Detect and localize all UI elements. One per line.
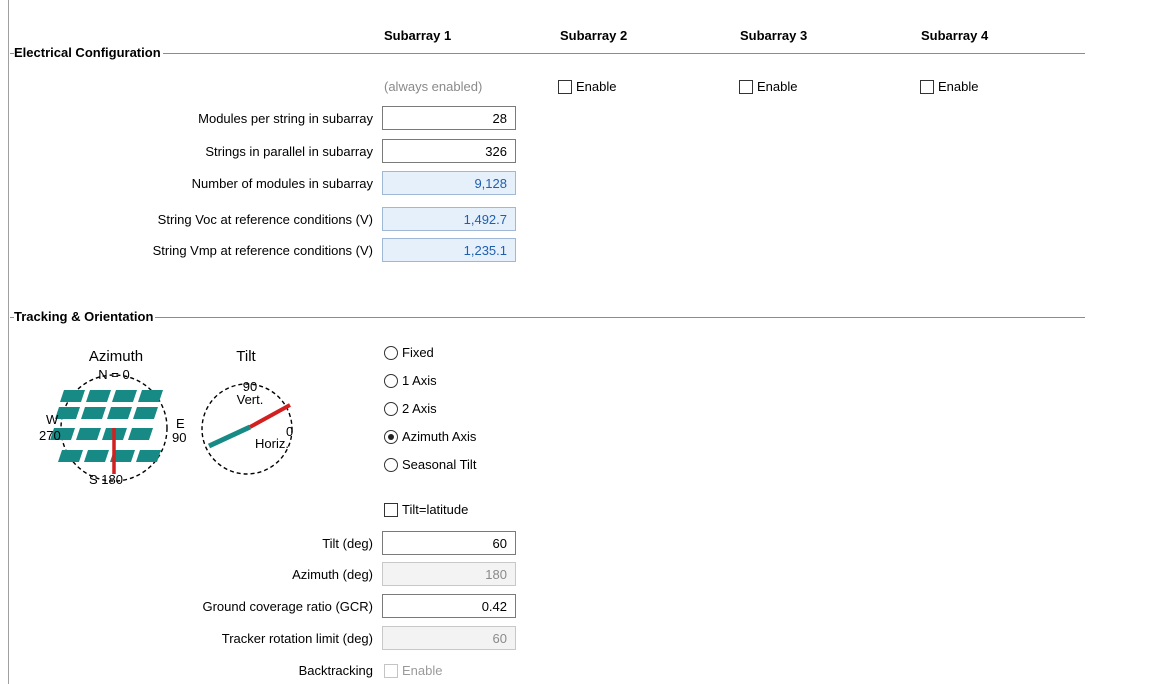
electrical-section-title: Electrical Configuration [14,45,163,60]
radio-label: Seasonal Tilt [402,457,477,472]
column-header-subarray-4: Subarray 4 [921,28,989,43]
tilt-panel-line [207,424,252,449]
checkbox-box[interactable] [558,79,572,94]
tracker-rotation-limit-label: Tracker rotation limit (deg) [221,631,373,646]
radio-label: 2 Axis [402,401,437,416]
azimuth-east-deg: 90 [172,430,186,445]
radio-label: Fixed [402,345,434,360]
modules-per-string-label: Modules per string in subarray [198,111,373,126]
tilt-title: Tilt [236,348,256,365]
column-header-subarray-1: Subarray 1 [384,28,452,43]
number-of-modules-label: Number of modules in subarray [191,176,373,191]
panel-array-icon [50,390,163,462]
mode-azimuth-axis-radio[interactable]: Azimuth Axis [384,429,476,444]
azimuth-east-label: E [176,416,185,431]
string-vmp-value: 1,235.1 [382,238,516,262]
tracking-section-rule [10,317,1085,318]
tilt-input[interactable]: 60 [382,531,516,555]
gcr-label: Ground coverage ratio (GCR) [202,599,373,614]
checkbox-box[interactable] [739,79,753,94]
checkbox-box[interactable] [920,79,934,94]
azimuth-title: Azimuth [89,348,143,365]
checkbox-label: Enable [938,79,979,94]
radio-circle[interactable] [384,345,398,360]
modules-per-string-input[interactable]: 28 [382,106,516,130]
mode-fixed-radio[interactable]: Fixed [384,345,434,360]
radio-label: Azimuth Axis [402,429,477,444]
tilt-indicator [249,403,291,429]
column-header-subarray-2: Subarray 2 [560,28,628,43]
tilt-latitude-checkbox[interactable]: Tilt=latitude [384,502,468,517]
radio-circle[interactable] [384,401,398,416]
checkbox-box[interactable] [384,502,398,517]
azimuth-south-label: S 180 [89,472,123,487]
checkbox-label: Enable [402,663,443,678]
checkbox-box [384,663,398,678]
number-of-modules-value: 9,128 [382,171,516,195]
azimuth-input: 180 [382,562,516,586]
azimuth-west-deg: 270 [39,428,61,443]
checkbox-label: Tilt=latitude [402,502,469,517]
subarray-4-enable-checkbox[interactable]: Enable [920,79,978,94]
string-vmp-label: String Vmp at reference conditions (V) [152,243,373,258]
tracker-rotation-limit-input: 60 [382,626,516,650]
backtracking-enable-checkbox: Enable [384,663,442,678]
checkbox-label: Enable [576,79,617,94]
subarray-1-always-enabled: (always enabled) [384,79,483,94]
orientation-diagram: Azimuth N = 0 W 270 E 90 S 180 Tilt 90 V… [39,348,293,487]
mode-seasonal-tilt-radio[interactable]: Seasonal Tilt [384,457,476,472]
tilt-vert-label: Vert. [237,392,264,407]
radio-circle-selected[interactable] [384,429,398,444]
string-voc-label: String Voc at reference conditions (V) [157,212,373,227]
subarray-3-enable-checkbox[interactable]: Enable [739,79,797,94]
azimuth-west-label: W [46,412,59,427]
mode-2-axis-radio[interactable]: 2 Axis [384,401,437,416]
electrical-section-rule [10,53,1085,54]
gcr-input[interactable]: 0.42 [382,594,516,618]
tilt-horiz-label: Horiz. [255,436,289,451]
strings-in-parallel-input[interactable]: 326 [382,139,516,163]
string-voc-value: 1,492.7 [382,207,516,231]
column-header-subarray-3: Subarray 3 [740,28,808,43]
azimuth-north-label: N = 0 [98,367,129,382]
radio-circle[interactable] [384,373,398,388]
left-border [8,0,9,684]
strings-in-parallel-label: Strings in parallel in subarray [205,144,373,159]
radio-label: 1 Axis [402,373,437,388]
mode-1-axis-radio[interactable]: 1 Axis [384,373,437,388]
azimuth-label: Azimuth (deg) [292,567,373,582]
tilt-label: Tilt (deg) [322,536,373,551]
tracking-section-title: Tracking & Orientation [14,309,156,324]
checkbox-label: Enable [757,79,798,94]
backtracking-label: Backtracking [298,663,373,678]
subarray-2-enable-checkbox[interactable]: Enable [558,79,616,94]
radio-circle[interactable] [384,457,398,472]
